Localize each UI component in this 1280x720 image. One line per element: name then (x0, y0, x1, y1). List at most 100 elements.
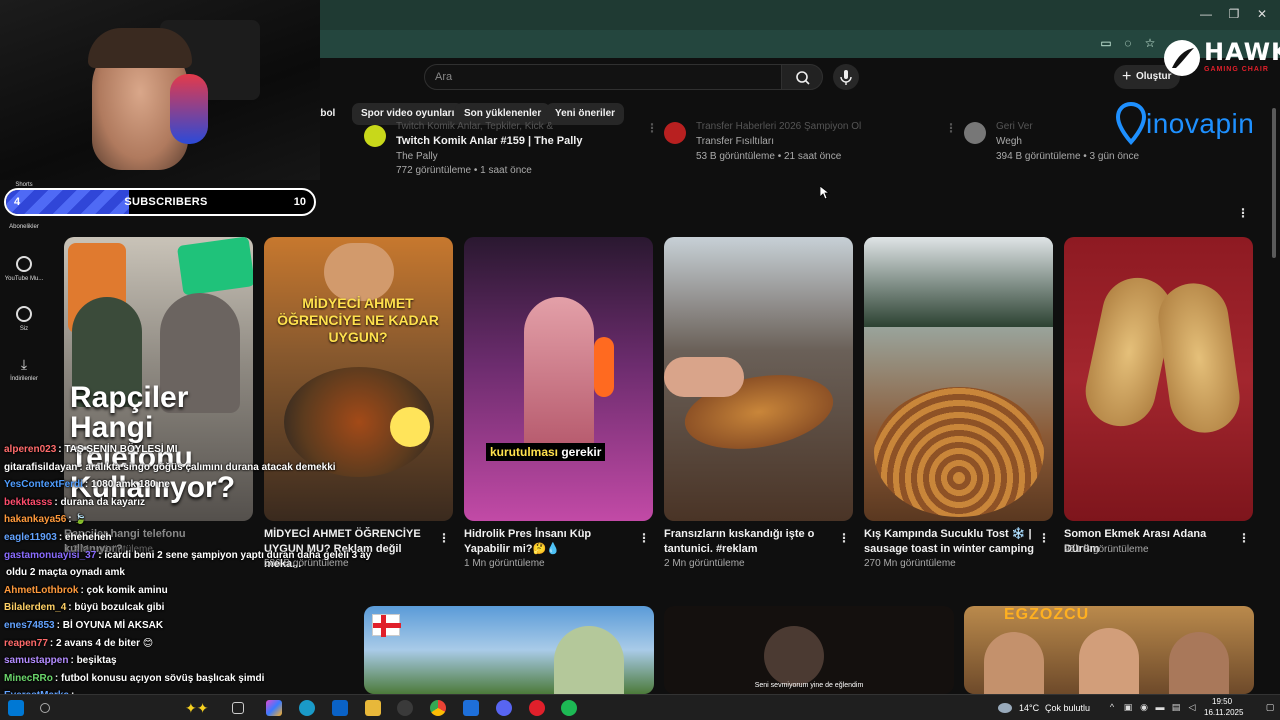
start-icon[interactable] (8, 700, 24, 716)
chat-message: gastamonuayisi_37: icardi beni 2 sene şa… (4, 550, 371, 561)
hair-image (88, 28, 192, 68)
avatar[interactable] (964, 122, 986, 144)
chat-username[interactable]: MinecRRo (4, 673, 53, 684)
obs-icon[interactable] (529, 700, 545, 716)
sidebar-item-label: Siz (19, 326, 29, 332)
chrome-icon[interactable] (430, 700, 446, 716)
voice-search-button[interactable] (833, 64, 859, 90)
weather-temp[interactable]: 14°C (1019, 703, 1039, 713)
chat-message: gitarafisildayan: aralıkta singo göğüs ç… (4, 462, 336, 473)
tray-icon[interactable]: ▣ (1122, 701, 1134, 713)
bread-image (1153, 278, 1245, 438)
chat-username[interactable]: gastamonuayisi_37 (4, 550, 96, 561)
short-thumbnail-6[interactable] (1064, 237, 1253, 521)
chat-username[interactable]: gitarafisildayan (4, 462, 77, 473)
close-button[interactable]: ✕ (1252, 6, 1272, 22)
channel-name[interactable]: Wegh (996, 136, 1022, 147)
inovapin-logo-text: inovapin (1146, 108, 1255, 139)
network-icon[interactable]: ▤ (1170, 701, 1182, 713)
hawk-logo-sub: GAMING CHAIR (1204, 66, 1269, 73)
clock-date[interactable]: 16.11.2025 (1204, 708, 1243, 717)
video-meta: 53 B görüntüleme • 21 saat önce (696, 151, 842, 162)
chat-message: Bilalerdem_4: büyü bozulcak gibi (4, 602, 164, 613)
chat-username[interactable]: hakankaya56 (4, 514, 66, 525)
maximize-button[interactable]: ❐ (1224, 6, 1244, 22)
sidebar-item-label: YouTube Mu... (4, 276, 44, 282)
search-button[interactable] (781, 64, 823, 90)
short-thumbnail-2[interactable]: MİDYECİ AHMET ÖĞRENCİYE NE KADAR UYGUN? (264, 237, 453, 521)
weather-desc[interactable]: Çok bulutlu (1045, 703, 1090, 713)
avatar[interactable] (364, 125, 386, 147)
page-scrollbar[interactable] (1270, 98, 1278, 694)
chat-text: : 1080 amk 180 ne (84, 479, 170, 491)
chat-username[interactable]: AhmetLothbrok (4, 585, 78, 596)
chat-username[interactable]: samustappen (4, 655, 68, 666)
chat-text: : beşiktaş (70, 655, 117, 667)
video-thumbnail[interactable] (364, 606, 654, 694)
sidebar-item-you[interactable]: Siz (0, 306, 48, 332)
person-image (764, 626, 824, 686)
avatar[interactable] (664, 122, 686, 144)
bookmark-star-icon[interactable]: ☆ (1142, 36, 1158, 52)
more-options-icon[interactable]: ⋮ (1238, 531, 1250, 545)
channel-name[interactable]: Transfer Fısıltıları (696, 136, 774, 147)
task-view-icon[interactable] (232, 702, 244, 714)
chat-text: : eheheheh (58, 532, 112, 543)
chat-username[interactable]: bekktasss (4, 497, 52, 508)
chat-username[interactable]: Bilalerdem_4 (4, 602, 66, 613)
sidebar-item-youtube-music[interactable]: YouTube Mu... (0, 256, 48, 282)
music-icon (16, 256, 32, 272)
short-title-4[interactable]: Fransızların kıskandığı işte o tantunici… (664, 527, 834, 557)
chat-username[interactable]: alperen023 (4, 444, 56, 455)
more-options-icon[interactable]: ⋮ (646, 121, 658, 135)
short-title-3[interactable]: Hidrolik Pres İnsanı Küp Yapabilir mi?🤔💧 (464, 527, 634, 557)
wood-board-image (874, 387, 1044, 517)
chevron-up-icon[interactable]: ^ (1106, 701, 1118, 713)
search-input[interactable]: Ara (424, 64, 782, 90)
minimize-button[interactable]: — (1196, 6, 1216, 22)
chat-username[interactable]: YesContextFerdi (4, 479, 83, 490)
short-title-5[interactable]: Kış Kampında Sucuklu Tost ❄️ | sausage t… (864, 527, 1034, 557)
clock-time[interactable]: 19:50 (1212, 697, 1232, 706)
more-options-icon[interactable]: ⋮ (838, 531, 850, 545)
short-thumbnail-4[interactable] (664, 237, 853, 521)
weather-icon[interactable] (998, 703, 1012, 713)
shorts-more-options-icon[interactable]: ⋮ (1237, 206, 1249, 220)
edge-icon[interactable] (299, 700, 315, 716)
lemon-image (390, 407, 430, 447)
more-options-icon[interactable]: ⋮ (638, 531, 650, 545)
more-options-icon[interactable]: ⋮ (945, 121, 957, 135)
short-thumbnail-5[interactable] (864, 237, 1053, 521)
chat-username[interactable]: eagle11903 (4, 532, 57, 543)
app-icon[interactable] (397, 700, 413, 716)
more-options-icon[interactable]: ⋮ (438, 531, 450, 545)
sidebar-item-subscriptions[interactable]: Abonelikler (0, 214, 48, 230)
chat-username[interactable]: reapen77 (4, 638, 48, 649)
tray-icon[interactable]: ◉ (1138, 701, 1150, 713)
short-overlay-text: kurutulması gerekir (486, 443, 606, 461)
eye-off-icon[interactable]: ◌ (1120, 36, 1136, 52)
chat-username[interactable]: enes74853 (4, 620, 55, 631)
volume-icon[interactable]: ◁ (1186, 701, 1198, 713)
outlook-icon[interactable] (332, 700, 348, 716)
cast-icon[interactable]: ▭ (1098, 36, 1114, 52)
search-icon[interactable] (40, 703, 50, 713)
copilot-icon[interactable] (266, 700, 282, 716)
spotify-icon[interactable] (561, 700, 577, 716)
sidebar-item-downloads[interactable]: ⤓ İndirilenler (0, 356, 48, 382)
short-thumbnail-3[interactable]: kurutulması gerekir (464, 237, 653, 521)
person-image (1079, 628, 1139, 694)
video-title[interactable]: Twitch Komik Anlar #159 | The Pally (396, 135, 582, 147)
notification-icon[interactable]: ▢ (1264, 701, 1276, 713)
sparkle-icon[interactable]: ✦✦ (185, 700, 208, 716)
discord-icon[interactable] (496, 700, 512, 716)
file-explorer-icon[interactable] (365, 700, 381, 716)
channel-name[interactable]: The Pally (396, 151, 438, 162)
more-options-icon[interactable]: ⋮ (1038, 531, 1050, 545)
tray-icon[interactable]: ▬ (1154, 701, 1166, 713)
hawk-logo-text: HAWK (1204, 38, 1280, 66)
video-thumbnail[interactable]: EGZOZCU (964, 606, 1254, 694)
chip-new-recommendations[interactable]: Yeni öneriler (546, 103, 625, 125)
video-thumbnail[interactable]: Seni sevmiyorum yine de eğlendim (664, 606, 954, 694)
app-icon[interactable] (463, 700, 479, 716)
